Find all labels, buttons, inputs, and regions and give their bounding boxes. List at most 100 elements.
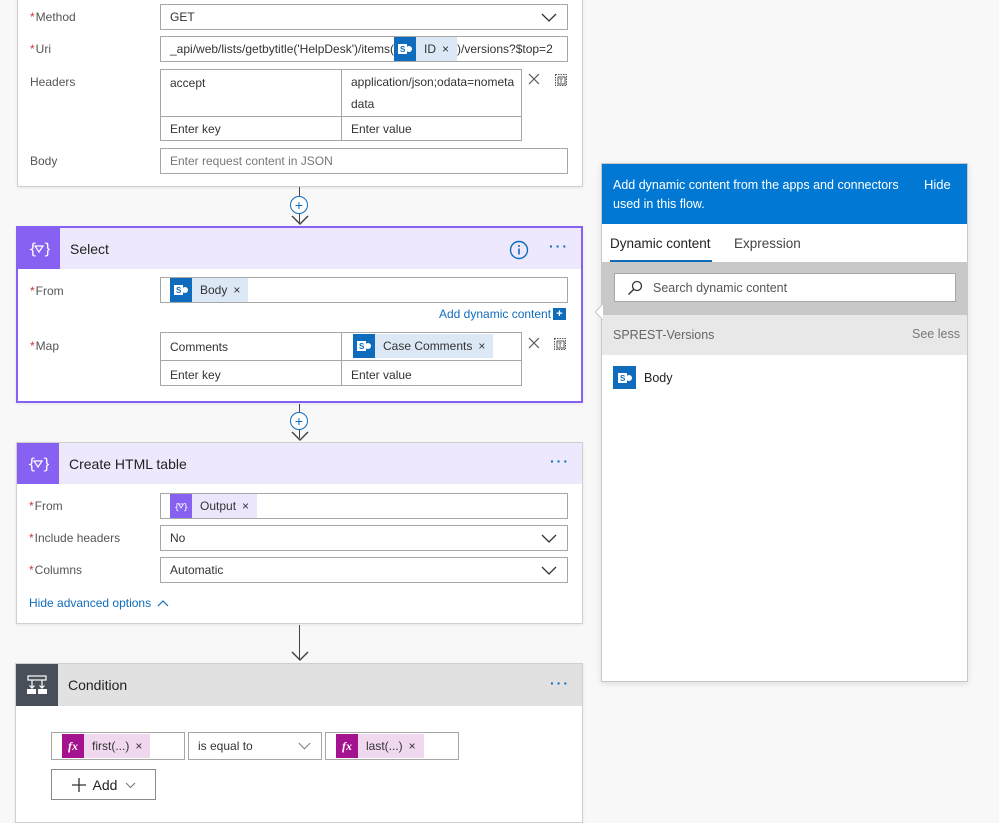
condition-card: Condition ··· fx first(...) × is equal t… — [15, 663, 583, 823]
svg-text:}: } — [43, 240, 50, 258]
select-title: Select — [70, 240, 109, 257]
headers-table: accept application/json;odata=nometa dat… — [160, 69, 522, 141]
method-dropdown[interactable]: GET — [160, 4, 568, 30]
uri-id-token[interactable]: S ID × — [394, 37, 458, 61]
chevron-down-icon — [541, 534, 557, 543]
case-comments-token[interactable]: S Case Comments × — [353, 334, 494, 358]
include-headers-label: *Include headers — [29, 531, 121, 545]
header-value-input[interactable]: application/json;odata=nometa data — [342, 71, 522, 115]
remove-token-icon[interactable]: × — [478, 339, 485, 353]
section-title: SPREST-Versions — [613, 328, 715, 342]
map-key-input[interactable]: Comments — [161, 340, 228, 354]
svg-text:S: S — [620, 374, 626, 383]
select-header[interactable]: {} Select — [18, 228, 581, 269]
html-from-input[interactable]: {} Output × — [160, 493, 568, 519]
header-new-value-input[interactable]: Enter value — [342, 122, 522, 136]
plus-icon — [71, 777, 86, 792]
info-icon[interactable] — [509, 240, 529, 260]
condition-right-operand[interactable]: fx last(...) × — [325, 732, 459, 760]
hide-panel-button[interactable]: Hide — [924, 177, 951, 192]
arrow-down-icon — [291, 651, 309, 662]
body-label: Body — [30, 154, 58, 168]
chevron-down-icon — [541, 13, 557, 22]
fx-icon: fx — [62, 734, 84, 758]
add-dynamic-content-link[interactable]: Add dynamic content — [439, 307, 551, 321]
search-icon — [628, 280, 643, 295]
output-token[interactable]: {} Output × — [170, 494, 258, 518]
search-input[interactable]: Search dynamic content — [614, 273, 956, 302]
dynamic-item-body[interactable]: S Body — [613, 366, 673, 389]
panel-banner-text: Add dynamic content from the apps and co… — [613, 178, 899, 211]
svg-text:{: { — [27, 455, 37, 473]
hide-advanced-options-link[interactable]: Hide advanced options — [29, 596, 169, 610]
chevron-down-icon — [541, 566, 557, 575]
sharepoint-icon: S — [170, 278, 192, 302]
more-options-icon[interactable]: ··· — [550, 675, 570, 691]
arrow-down-icon — [291, 431, 309, 442]
uri-label: *Uri — [30, 42, 51, 56]
remove-token-icon[interactable]: × — [442, 42, 449, 56]
uri-input[interactable]: _api/web/lists/getbytitle('HelpDesk')/it… — [160, 36, 568, 62]
add-dynamic-content-icon[interactable]: + — [553, 308, 566, 320]
include-headers-dropdown[interactable]: No — [160, 525, 568, 551]
header-new-key-input[interactable]: Enter key — [161, 122, 341, 136]
map-new-value-input[interactable]: Enter value — [342, 368, 412, 382]
method-label: *Method — [30, 10, 76, 24]
panel-pointer — [595, 304, 603, 320]
map-label: *Map — [30, 339, 60, 353]
dynamic-content-panel: Add dynamic content from the apps and co… — [601, 163, 968, 682]
insert-step-button[interactable]: + — [290, 196, 308, 214]
remove-token-icon[interactable]: × — [233, 283, 240, 297]
arrow-down-icon — [291, 215, 309, 226]
map-value-input[interactable]: S Case Comments × — [353, 334, 494, 358]
tab-dynamic-content[interactable]: Dynamic content — [610, 236, 711, 251]
svg-text:}: } — [42, 455, 49, 473]
remove-token-icon[interactable]: × — [135, 739, 142, 753]
svg-text:S: S — [400, 45, 406, 54]
map-table: Comments S Case Comments × Enter key Ent… — [160, 332, 522, 386]
add-condition-button[interactable]: Add — [51, 769, 156, 800]
condition-title: Condition — [68, 677, 128, 693]
map-new-key-input[interactable]: Enter key — [161, 368, 221, 382]
header-key-input[interactable]: accept — [161, 76, 341, 90]
remove-token-icon[interactable]: × — [242, 499, 249, 513]
sharepoint-icon: S — [394, 37, 416, 61]
svg-text:T: T — [558, 343, 562, 349]
data-operation-icon: {} — [170, 494, 192, 518]
first-expression-token[interactable]: fx first(...) × — [62, 734, 151, 758]
delete-header-icon[interactable] — [528, 73, 540, 85]
insert-step-button[interactable]: + — [290, 412, 308, 430]
more-options-icon[interactable]: ··· — [549, 238, 569, 254]
condition-left-operand[interactable]: fx first(...) × — [51, 732, 185, 760]
more-options-icon[interactable]: ··· — [550, 453, 570, 469]
condition-header[interactable]: Condition — [16, 664, 582, 706]
see-less-button[interactable]: See less — [912, 327, 960, 341]
text-mode-icon[interactable]: T — [554, 72, 568, 86]
sharepoint-icon: S — [613, 366, 636, 389]
html-table-title: Create HTML table — [69, 455, 187, 472]
http-action-card: *Method GET *Uri _api/web/lists/getbytit… — [17, 0, 583, 187]
tab-expression[interactable]: Expression — [734, 236, 801, 251]
condition-icon — [16, 664, 58, 706]
chevron-down-icon — [126, 782, 136, 788]
html-table-header[interactable]: {} Create HTML table — [17, 443, 582, 484]
uri-prefix: _api/web/lists/getbytitle('HelpDesk')/it… — [170, 42, 394, 56]
body-token[interactable]: S Body × — [170, 278, 249, 302]
body-input[interactable]: Enter request content in JSON — [160, 148, 568, 174]
condition-operator-dropdown[interactable]: is equal to — [188, 732, 322, 760]
text-mode-icon[interactable]: T — [553, 336, 567, 350]
sharepoint-icon: S — [353, 334, 375, 358]
delete-map-row-icon[interactable] — [528, 337, 540, 349]
chevron-down-icon — [298, 742, 311, 750]
select-action-card: {} Select ··· *From S Body × Add dynamic… — [16, 226, 583, 403]
select-from-label: *From — [30, 284, 64, 298]
select-from-input[interactable]: S Body × — [160, 277, 568, 303]
method-value: GET — [170, 10, 195, 24]
columns-dropdown[interactable]: Automatic — [160, 557, 568, 583]
remove-token-icon[interactable]: × — [409, 739, 416, 753]
headers-label: Headers — [30, 75, 76, 89]
svg-text:S: S — [176, 286, 182, 295]
uri-suffix: )/versions?$top=2 — [457, 42, 553, 56]
last-expression-token[interactable]: fx last(...) × — [336, 734, 424, 758]
svg-text:S: S — [359, 342, 365, 351]
